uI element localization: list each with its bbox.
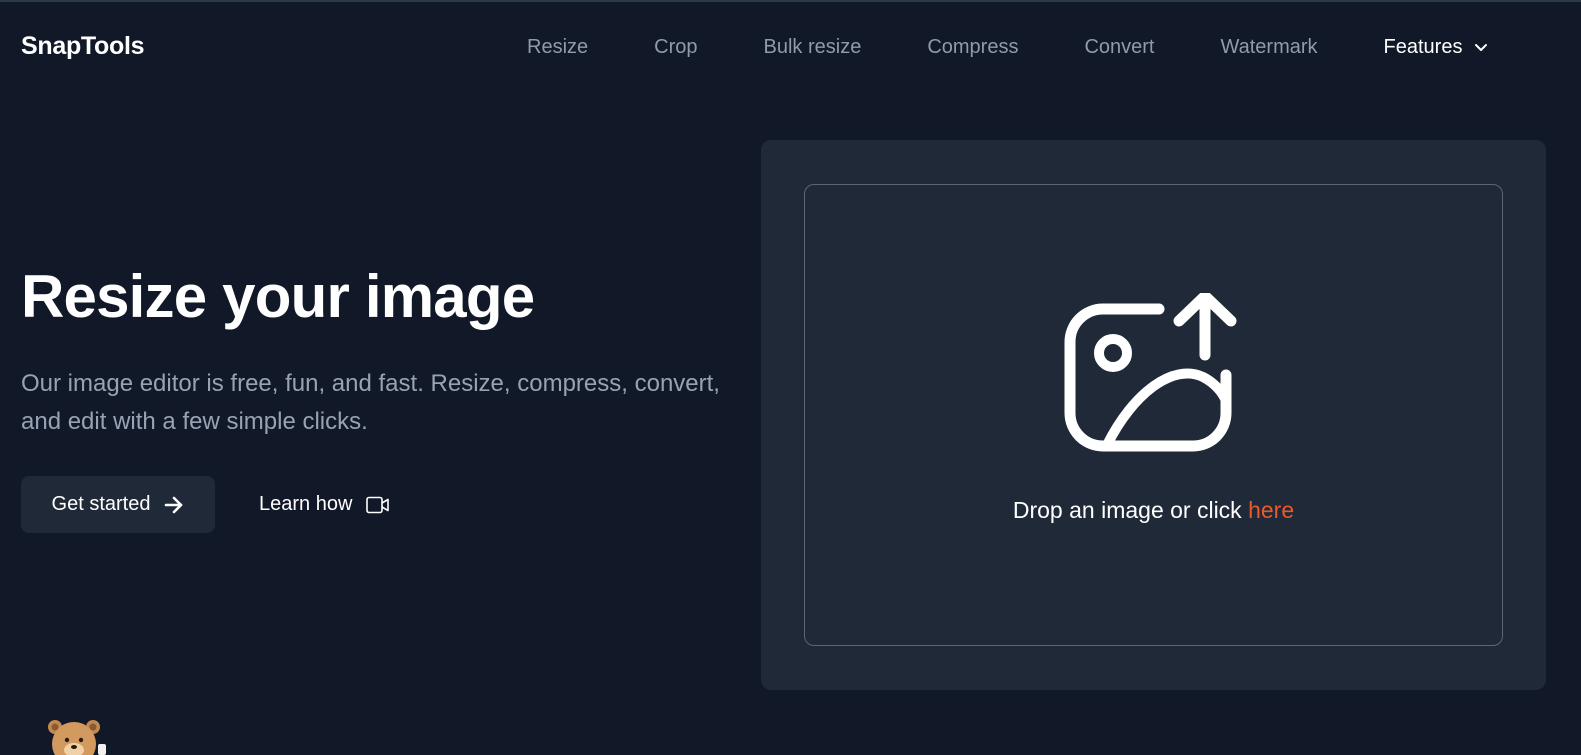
bear-mascot-icon <box>48 720 106 755</box>
nav-item-convert[interactable]: Convert <box>1084 36 1154 59</box>
dropzone-prompt: Drop an image or click here <box>805 497 1502 524</box>
hero-subtitle: Our image editor is free, fun, and fast.… <box>21 370 720 435</box>
nav-features-label: Features <box>1383 36 1463 58</box>
arrow-right-icon <box>165 496 183 513</box>
learn-how-label: Learn how <box>259 493 353 515</box>
nav-item-resize[interactable]: Resize <box>527 36 588 59</box>
dropzone-prompt-text: Drop an image or click <box>1012 497 1249 523</box>
upload-card: Drop an image or click here <box>761 140 1546 690</box>
get-started-label: Get started <box>51 493 151 515</box>
page-title: Resize your image <box>21 263 535 330</box>
nav-item-compress[interactable]: Compress <box>927 36 1018 59</box>
learn-how-button[interactable]: Learn how <box>259 476 390 533</box>
chevron-down-icon <box>1475 43 1488 51</box>
nav-item-crop[interactable]: Crop <box>654 36 697 59</box>
get-started-button[interactable]: Get started <box>21 476 215 533</box>
video-icon <box>366 496 390 513</box>
brand-logo[interactable]: SnapTools <box>21 32 145 61</box>
nav-item-bulk-resize[interactable]: Bulk resize <box>764 36 862 59</box>
nav-links: Resize Crop Bulk resize Compress Convert… <box>527 36 1488 59</box>
upload-here-link[interactable]: here <box>1248 497 1294 523</box>
top-navigation: SnapTools Resize Crop Bulk resize Compre… <box>0 2 1581 92</box>
image-upload-icon <box>1064 293 1237 452</box>
nav-item-watermark[interactable]: Watermark <box>1220 36 1317 59</box>
nav-item-features[interactable]: Features <box>1384 36 1489 59</box>
image-dropzone[interactable]: Drop an image or click here <box>804 184 1503 646</box>
